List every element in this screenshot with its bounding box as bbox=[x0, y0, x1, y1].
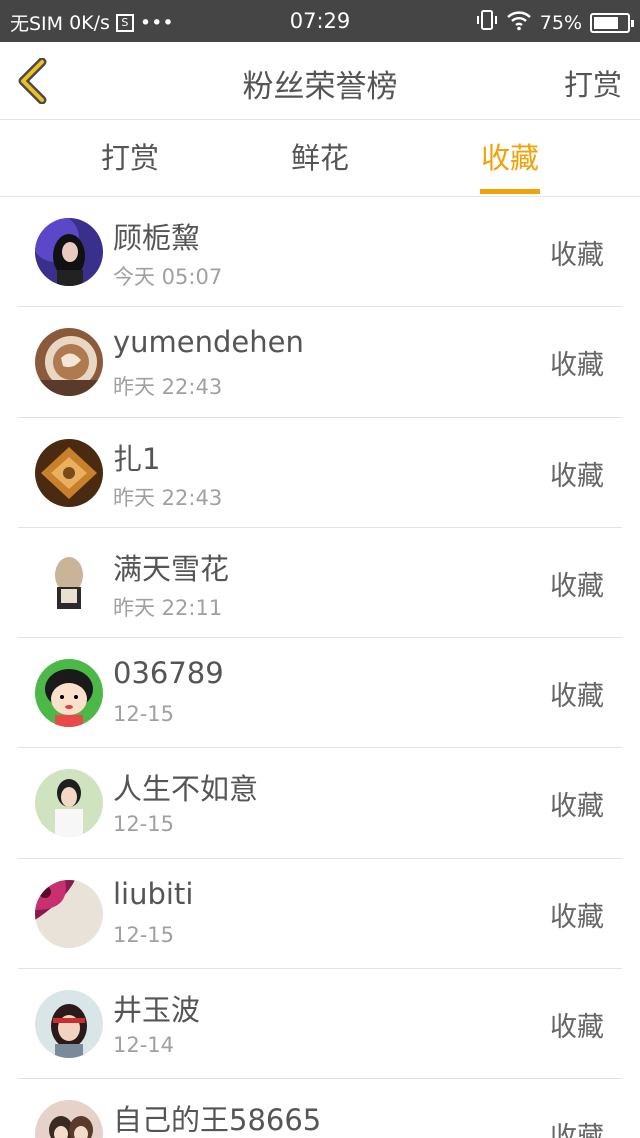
user-name: 人生不如意 bbox=[113, 772, 259, 807]
list-item[interactable]: 自己的王58665 收藏 bbox=[18, 1079, 622, 1138]
tab-reward[interactable]: 打赏 bbox=[55, 121, 205, 197]
avatar bbox=[35, 990, 103, 1059]
tab-label: 收藏 bbox=[480, 141, 539, 175]
user-name: yumendehen bbox=[113, 325, 304, 360]
action-time: 12-15 bbox=[113, 702, 175, 727]
tab-bar: 打赏 鲜花 收藏 bbox=[0, 121, 640, 197]
avatar bbox=[35, 548, 103, 617]
fan-list: 顾栀黧 今天 05:07 收藏 yumendehen 昨天 22:43 收藏 扎… bbox=[0, 197, 640, 1138]
reward-button[interactable]: 打赏 bbox=[564, 62, 622, 104]
action-label: 收藏 bbox=[550, 460, 604, 492]
user-name: 井玉波 bbox=[113, 993, 201, 1028]
action-label: 收藏 bbox=[550, 1012, 604, 1044]
user-name: 满天雪花 bbox=[113, 551, 230, 586]
wifi-icon bbox=[506, 9, 532, 36]
action-label: 收藏 bbox=[550, 240, 604, 271]
list-item[interactable]: 人生不如意 12-15 收藏 bbox=[18, 748, 622, 859]
list-item[interactable]: 井玉波 12-14 收藏 bbox=[18, 969, 622, 1080]
action-label: 收藏 bbox=[550, 791, 604, 823]
list-item[interactable]: 036789 12-15 收藏 bbox=[18, 638, 622, 749]
active-tab-indicator bbox=[480, 189, 540, 194]
vibrate-icon bbox=[476, 9, 498, 36]
battery-icon bbox=[590, 12, 634, 33]
page-title: 粉丝荣誉榜 bbox=[242, 69, 398, 105]
avatar bbox=[35, 328, 103, 397]
status-right: 75% bbox=[476, 9, 634, 36]
avatar bbox=[35, 769, 103, 838]
tab-label: 鲜花 bbox=[290, 141, 349, 175]
user-name: liubiti bbox=[113, 876, 194, 911]
action-time: 12-14 bbox=[113, 1033, 175, 1058]
list-item[interactable]: liubiti 12-15 收藏 bbox=[18, 859, 622, 970]
action-time: 昨天 22:43 bbox=[113, 485, 223, 510]
action-time: 12-15 bbox=[113, 812, 175, 837]
list-item[interactable]: 满天雪花 昨天 22:11 收藏 bbox=[18, 528, 622, 639]
status-bar: 无SIM 0K/s S ••• 07:29 75% bbox=[0, 0, 640, 42]
user-name: 顾栀黧 bbox=[113, 221, 201, 255]
action-time: 今天 05:07 bbox=[113, 265, 223, 289]
action-label: 收藏 bbox=[550, 350, 604, 382]
list-item[interactable]: 顾栀黧 今天 05:07 收藏 bbox=[18, 197, 622, 308]
action-label: 收藏 bbox=[550, 1122, 604, 1138]
title-bar: 粉丝荣誉榜 打赏 bbox=[0, 42, 640, 120]
list-item[interactable]: 扎1 昨天 22:43 收藏 bbox=[18, 418, 622, 528]
action-label: 收藏 bbox=[550, 570, 604, 602]
action-time: 昨天 22:11 bbox=[113, 595, 223, 620]
avatar bbox=[35, 659, 103, 728]
user-name: 自己的王58665 bbox=[113, 1103, 322, 1138]
tab-label: 打赏 bbox=[100, 141, 159, 175]
battery-percent: 75% bbox=[539, 11, 582, 34]
list-item[interactable]: yumendehen 昨天 22:43 收藏 bbox=[18, 307, 622, 418]
action-label: 收藏 bbox=[550, 901, 604, 933]
avatar bbox=[35, 879, 103, 948]
avatar bbox=[35, 218, 103, 286]
avatar bbox=[35, 438, 103, 507]
tab-favorites[interactable]: 收藏 bbox=[435, 121, 585, 197]
action-time: 昨天 22:43 bbox=[113, 375, 223, 400]
user-name: 扎1 bbox=[113, 441, 161, 476]
tab-flowers[interactable]: 鲜花 bbox=[245, 121, 395, 197]
action-label: 收藏 bbox=[550, 681, 604, 713]
action-time: 12-15 bbox=[113, 922, 175, 947]
user-name: 036789 bbox=[113, 656, 224, 691]
avatar bbox=[35, 1100, 103, 1138]
